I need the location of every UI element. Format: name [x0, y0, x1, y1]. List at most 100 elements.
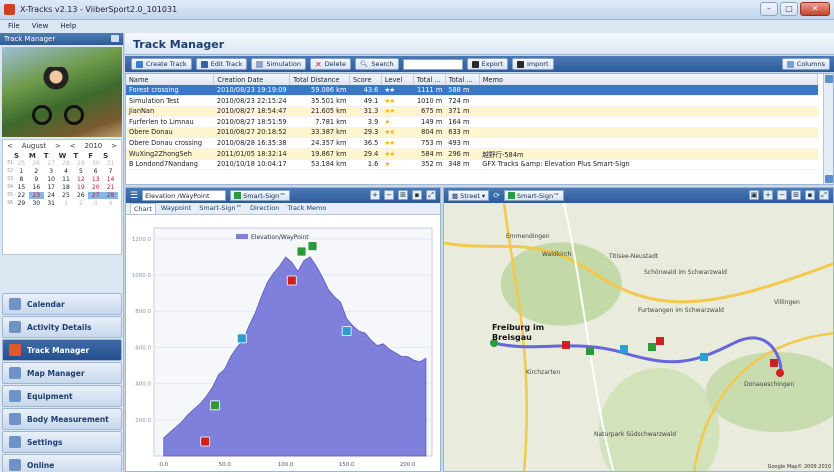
calendar-day[interactable]: 19	[73, 184, 88, 191]
calendar-day[interactable]: 1	[14, 168, 29, 175]
column-header[interactable]: Creation Date	[213, 74, 291, 85]
waypoint-marker[interactable]	[296, 246, 307, 257]
calendar-day[interactable]: 2	[29, 168, 44, 175]
column-header[interactable]: Total ...	[445, 74, 480, 85]
expand-icon[interactable]: ⤢	[819, 190, 829, 200]
calendar-day[interactable]: 27	[88, 192, 104, 199]
calendar-day[interactable]: 30	[88, 160, 103, 167]
calendar-day[interactable]: 23	[28, 192, 44, 199]
maximize-icon[interactable]: □	[780, 2, 798, 16]
smart-sign-toggle[interactable]: Smart-Sign™	[230, 190, 290, 201]
calendar-day[interactable]: 7	[103, 168, 118, 175]
import-button[interactable]: Import	[511, 58, 554, 70]
save-icon[interactable]: ▪	[412, 190, 422, 200]
nav-body-measurement[interactable]: Body Measurement	[2, 408, 122, 430]
calendar-next-year[interactable]: >	[111, 142, 117, 150]
calendar-day[interactable]: 31	[44, 200, 59, 207]
calendar-day[interactable]: 14	[103, 176, 118, 183]
calendar-day[interactable]: 1	[59, 200, 74, 207]
calendar-day[interactable]: 28	[103, 192, 118, 199]
calendar-day[interactable]: 22	[14, 192, 29, 199]
calendar-month[interactable]: August	[22, 142, 47, 150]
calendar-day[interactable]: 9	[29, 176, 44, 183]
calendar-day[interactable]: 13	[88, 176, 103, 183]
calendar-day[interactable]: 3	[88, 200, 103, 207]
waypoint-marker[interactable]	[648, 343, 656, 351]
calendar-day[interactable]: 28	[59, 160, 74, 167]
zoom-in-icon[interactable]: +	[763, 190, 773, 200]
nav-track-manager[interactable]: Track Manager	[2, 339, 122, 361]
list-icon[interactable]: ☰	[130, 191, 138, 201]
column-header[interactable]: Score	[349, 74, 382, 85]
calendar-day[interactable]: 8	[14, 176, 29, 183]
waypoint-marker[interactable]	[620, 345, 628, 353]
calendar-day[interactable]: 31	[103, 160, 118, 167]
pin-icon[interactable]	[111, 35, 119, 42]
waypoint-marker[interactable]	[656, 337, 664, 345]
zoom-out-icon[interactable]: −	[384, 190, 394, 200]
tab-chart[interactable]: Chart	[130, 203, 156, 214]
column-header[interactable]: Total ...	[413, 74, 446, 85]
save-icon[interactable]: ▪	[805, 190, 815, 200]
waypoint-marker[interactable]	[236, 333, 247, 344]
waypoint-marker[interactable]	[586, 347, 594, 355]
map-canvas[interactable]: Freiburg im Breisgau Emmendingen Waldkir…	[444, 202, 833, 471]
waypoint-marker[interactable]	[200, 436, 211, 447]
simulation-button[interactable]: Simulation	[251, 58, 306, 70]
chart-mode-select[interactable]: Elevation /WayPoint	[142, 190, 227, 201]
search-button[interactable]: 🔍︎ Search	[355, 58, 399, 70]
waypoint-marker[interactable]	[562, 341, 570, 349]
column-header[interactable]: Total Distance	[289, 74, 350, 85]
calendar-day[interactable]: 21	[103, 184, 118, 191]
table-row[interactable]: Simulation Test 2010/08/23 22:15:24 35.501…	[126, 95, 818, 107]
nav-calendar[interactable]: Calendar	[2, 293, 122, 315]
calendar-day[interactable]: 25	[14, 160, 29, 167]
tab-track-memo[interactable]: Track Memo	[284, 203, 329, 214]
calendar-day[interactable]: 11	[59, 176, 74, 183]
calendar-prev-year[interactable]: <	[70, 142, 76, 150]
calendar-day[interactable]: 5	[73, 168, 88, 175]
table-row[interactable]: Obere Donau 2010/08/27 20:18:52 33.387 km 2…	[126, 127, 818, 138]
table-row[interactable]: Obere Donau crossing 2010/08/28 16:35:38 2…	[126, 137, 818, 149]
column-header[interactable]: Memo	[479, 74, 819, 85]
nav-activity-details[interactable]: Activity Details	[2, 316, 122, 338]
map-smart-sign-toggle[interactable]: Smart-Sign™	[503, 190, 564, 201]
delete-button[interactable]: ✕ Delete	[309, 58, 352, 70]
street-view-select[interactable]: ▦ Street ▾	[448, 190, 490, 201]
minimize-icon[interactable]: –	[760, 2, 778, 16]
table-row[interactable]: Forest crossing 2010/08/23 19:19:09 59.086…	[126, 85, 818, 96]
waypoint-marker[interactable]	[307, 241, 318, 251]
create-track-button[interactable]: Create Track	[131, 58, 192, 70]
table-row[interactable]: B Londond7Nandang 2010/10/18 10:04:17 53.1…	[126, 159, 818, 170]
calendar-day[interactable]: 17	[44, 184, 59, 191]
waypoint-marker[interactable]	[210, 400, 220, 411]
tab-smart-sign[interactable]: Smart-Sign™	[196, 203, 245, 214]
menu-help[interactable]: Help	[60, 20, 76, 33]
scroll-up-icon[interactable]	[825, 75, 833, 83]
calendar-day[interactable]: 3	[44, 168, 59, 175]
menu-view[interactable]: View	[32, 20, 49, 33]
calendar-day[interactable]: 24	[44, 192, 59, 199]
calendar-day[interactable]: 20	[88, 184, 103, 191]
nav-settings[interactable]: Settings	[2, 431, 122, 453]
export-button[interactable]: Export	[466, 58, 508, 70]
calendar-day[interactable]: 15	[14, 184, 29, 191]
nav-equipment[interactable]: Equipment	[2, 385, 122, 407]
layers-icon[interactable]: ▣	[749, 190, 759, 200]
waypoint-marker[interactable]	[770, 359, 778, 367]
zoom-in-icon[interactable]: +	[370, 190, 380, 200]
waypoint-marker[interactable]	[341, 326, 352, 337]
calendar-day[interactable]: 10	[44, 176, 59, 183]
calendar-year[interactable]: 2010	[84, 142, 102, 150]
column-header[interactable]: Name	[126, 74, 215, 85]
end-marker[interactable]	[776, 369, 784, 377]
calendar-day[interactable]: 26	[73, 192, 88, 199]
table-row[interactable]: WuXing2ZhongSeh 2011/01/05 18:32:14 19.867…	[126, 148, 818, 160]
calendar-day[interactable]: 2	[73, 200, 88, 207]
table-row[interactable]: Furferlen to Limnau 2010/08/27 18:51:59 7.…	[126, 116, 818, 128]
calendar-day[interactable]: 25	[59, 192, 74, 199]
tab-direction[interactable]: Direction	[247, 203, 282, 214]
columns-button[interactable]: Columns	[781, 58, 830, 70]
fit-icon[interactable]: ⊞	[398, 190, 408, 200]
refresh-icon[interactable]: ⟳	[493, 191, 500, 200]
